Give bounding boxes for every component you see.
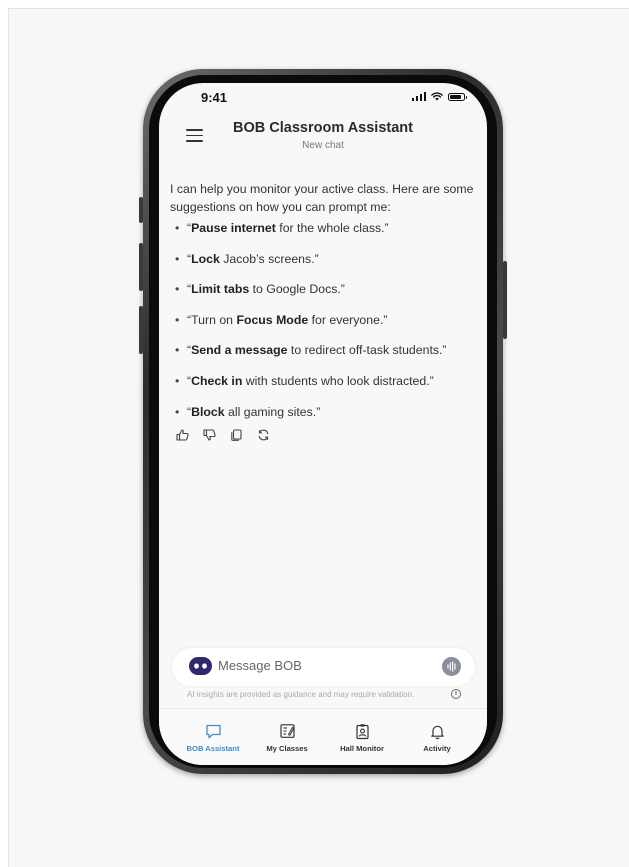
bottom-tab-bar: BOB Assistant My Classes Hall Monitor Ac… bbox=[159, 708, 487, 765]
suggestion-list: • “Pause internet for the whole class.” •… bbox=[175, 221, 447, 435]
assistant-intro-message: I can help you monitor your active class… bbox=[170, 182, 474, 214]
message-actions bbox=[176, 429, 270, 441]
silent-switch bbox=[139, 197, 143, 223]
tab-bob-assistant[interactable]: BOB Assistant bbox=[173, 723, 253, 753]
phone-screen: 9:41 BOB Classroom Assistant New chat I … bbox=[159, 83, 487, 765]
page-title: BOB Classroom Assistant bbox=[233, 120, 413, 136]
tab-hall-monitor[interactable]: Hall Monitor bbox=[322, 723, 402, 753]
thumbs-down-icon[interactable] bbox=[203, 429, 216, 441]
classes-icon bbox=[279, 724, 295, 738]
tab-my-classes[interactable]: My Classes bbox=[247, 723, 327, 753]
power-button bbox=[503, 261, 507, 339]
bell-icon bbox=[430, 725, 444, 740]
copy-icon[interactable] bbox=[230, 429, 243, 441]
message-input[interactable]: Message BOB bbox=[218, 658, 302, 673]
battery-icon bbox=[448, 92, 467, 101]
suggestion-item: • “Check in with students who look distra… bbox=[175, 373, 434, 388]
regenerate-icon[interactable] bbox=[257, 429, 270, 441]
page-subtitle: New chat bbox=[302, 140, 344, 151]
status-icons bbox=[411, 92, 467, 101]
suggestion-item: • “Limit tabs to Google Docs.” bbox=[175, 282, 345, 297]
suggestion-item: • “Lock Jacob’s screens.” bbox=[175, 251, 319, 266]
voice-input-button[interactable] bbox=[442, 657, 461, 676]
volume-up-button bbox=[139, 243, 143, 291]
message-composer[interactable]: Message BOB bbox=[172, 648, 475, 686]
suggestion-item: • “Pause internet for the whole class.” bbox=[175, 221, 389, 235]
waveform-icon bbox=[447, 661, 456, 672]
tab-activity[interactable]: Activity bbox=[397, 723, 477, 753]
suggestion-item: • “Send a message to redirect off-task st… bbox=[175, 343, 447, 358]
thumbs-up-icon[interactable] bbox=[176, 429, 189, 441]
status-time: 9:41 bbox=[201, 90, 228, 105]
wifi-icon bbox=[431, 92, 443, 101]
bob-avatar-icon bbox=[189, 657, 212, 675]
suggestion-item: • “Turn on Focus Mode for everyone.” bbox=[175, 312, 388, 327]
info-icon[interactable]: i bbox=[451, 689, 461, 699]
chat-bubble-icon bbox=[205, 724, 221, 739]
badge-icon bbox=[355, 724, 369, 740]
signal-icon bbox=[411, 92, 426, 101]
volume-down-button bbox=[139, 306, 143, 354]
ai-disclaimer: AI insights are provided as guidance and… bbox=[187, 690, 415, 699]
